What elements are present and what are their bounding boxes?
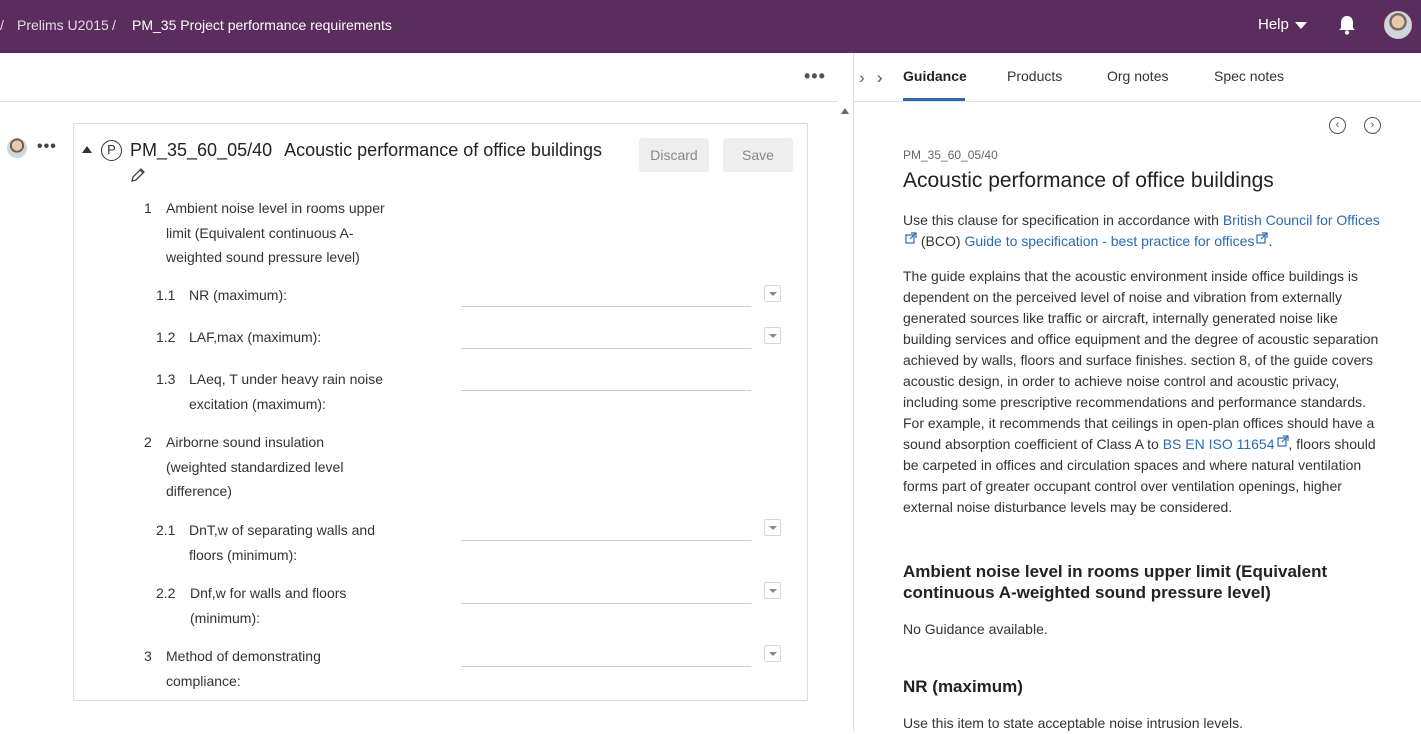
external-link-icon xyxy=(905,232,917,244)
lafmax-maximum-dropdown[interactable] xyxy=(764,327,781,344)
tab-guidance[interactable]: Guidance xyxy=(903,68,967,84)
dntw-minimum-dropdown[interactable] xyxy=(764,519,781,536)
guidance-section-heading: NR (maximum) xyxy=(903,677,1023,696)
avatar[interactable] xyxy=(7,138,27,158)
guidance-clause-code: PM_35_60_05/40 xyxy=(903,148,998,162)
help-label: Help xyxy=(1258,16,1289,33)
avatar[interactable] xyxy=(1384,11,1412,39)
breadcrumb-separator: / xyxy=(112,17,116,33)
save-button[interactable]: Save xyxy=(723,138,793,172)
collapse-caret-icon[interactable] xyxy=(82,146,92,153)
performance-badge: P xyxy=(101,140,122,161)
tab-org-notes[interactable]: Org notes xyxy=(1107,68,1168,84)
item-label: Method of demonstrating compliance: xyxy=(166,648,321,689)
lafmax-maximum-field[interactable] xyxy=(461,348,751,349)
item-number: 1 xyxy=(144,200,152,216)
item-number: 2.1 xyxy=(156,522,176,538)
intro-text: (BCO) xyxy=(917,233,965,249)
caret-down-icon xyxy=(1294,22,1307,29)
breadcrumb-parent-link[interactable]: Prelims U2015 xyxy=(17,17,109,33)
compliance-method-dropdown[interactable] xyxy=(764,645,781,662)
intro-text: Use this clause for specification in acc… xyxy=(903,212,1223,228)
help-menu-button[interactable]: Help xyxy=(1258,16,1307,33)
item-number: 1.2 xyxy=(156,329,176,345)
clause-title: PM_35_60_05/40 Acoustic performance of o… xyxy=(130,140,602,161)
previous-clause-icon[interactable]: ‹ xyxy=(1329,117,1346,134)
next-clause-icon[interactable]: › xyxy=(1364,117,1381,134)
item-label: LAF,max (maximum): xyxy=(189,329,322,345)
editor-toolbar: ••• xyxy=(0,53,838,102)
intro-text: . xyxy=(1268,233,1273,249)
tab-spec-notes[interactable]: Spec notes xyxy=(1214,68,1284,84)
scroll-up-arrow-icon[interactable] xyxy=(841,108,849,114)
breadcrumb-current: PM_35 Project performance requirements xyxy=(132,17,392,33)
clause-options-button[interactable]: ••• xyxy=(37,138,57,156)
dnfw-minimum-field[interactable] xyxy=(461,603,751,604)
guidance-section-text: No Guidance available. xyxy=(903,621,1048,637)
pane-divider[interactable] xyxy=(853,53,854,731)
tab-products[interactable]: Products xyxy=(1007,68,1062,84)
more-options-button[interactable]: ••• xyxy=(804,66,826,87)
item-number: 2 xyxy=(144,434,152,450)
laeq-maximum-field[interactable] xyxy=(461,390,751,391)
clause-code: PM_35_60_05/40 xyxy=(130,140,273,160)
item-number: 1.1 xyxy=(156,287,176,303)
item-label: NR (maximum): xyxy=(189,287,287,303)
bco-guide-link[interactable]: Guide to specification - best practice f… xyxy=(964,233,1254,249)
guidance-intro: Use this clause for specification in acc… xyxy=(903,210,1388,252)
item-number: 3 xyxy=(144,648,152,664)
bell-icon[interactable] xyxy=(1337,14,1357,36)
discard-button[interactable]: Discard xyxy=(639,138,709,172)
top-bar: / Prelims U2015 / PM_35 Project performa… xyxy=(0,0,1421,53)
guidance-body: The guide explains that the acoustic env… xyxy=(903,266,1388,518)
compliance-method-field[interactable] xyxy=(461,666,751,667)
dntw-minimum-field[interactable] xyxy=(461,540,751,541)
external-link-icon xyxy=(1276,435,1289,447)
active-tab-indicator xyxy=(903,98,965,101)
nr-maximum-field[interactable] xyxy=(461,306,751,307)
pencil-icon[interactable] xyxy=(129,166,147,184)
clause-title-text: Acoustic performance of office buildings xyxy=(284,140,602,160)
item-number: 2.2 xyxy=(156,585,176,601)
guidance-title: Acoustic performance of office buildings xyxy=(903,169,1274,192)
chevron-right-icon[interactable]: › xyxy=(859,68,865,88)
body-text: The guide explains that the acoustic env… xyxy=(903,268,1379,452)
breadcrumb-separator: / xyxy=(0,17,4,33)
scrollbar[interactable] xyxy=(838,102,852,731)
item-label: LAeq, T under heavy rain noise excitatio… xyxy=(189,371,384,412)
bco-link[interactable]: British Council for Offices xyxy=(1223,212,1380,228)
external-link-icon xyxy=(1256,232,1269,244)
bs-en-iso-link[interactable]: BS EN ISO 11654 xyxy=(1163,436,1275,452)
item-label: DnT,w of separating walls and floors (mi… xyxy=(189,522,375,563)
item-label: Dnf,w for walls and floors (minimum): xyxy=(190,585,347,626)
item-label: Ambient noise level in rooms upper limit… xyxy=(166,200,385,265)
guidance-section-heading: Ambient noise level in rooms upper limit… xyxy=(903,562,1328,602)
nr-maximum-dropdown[interactable] xyxy=(764,285,781,302)
dnfw-minimum-dropdown[interactable] xyxy=(764,582,781,599)
item-label: Airborne sound insulation (weighted stan… xyxy=(166,434,344,499)
item-number: 1.3 xyxy=(156,371,176,387)
